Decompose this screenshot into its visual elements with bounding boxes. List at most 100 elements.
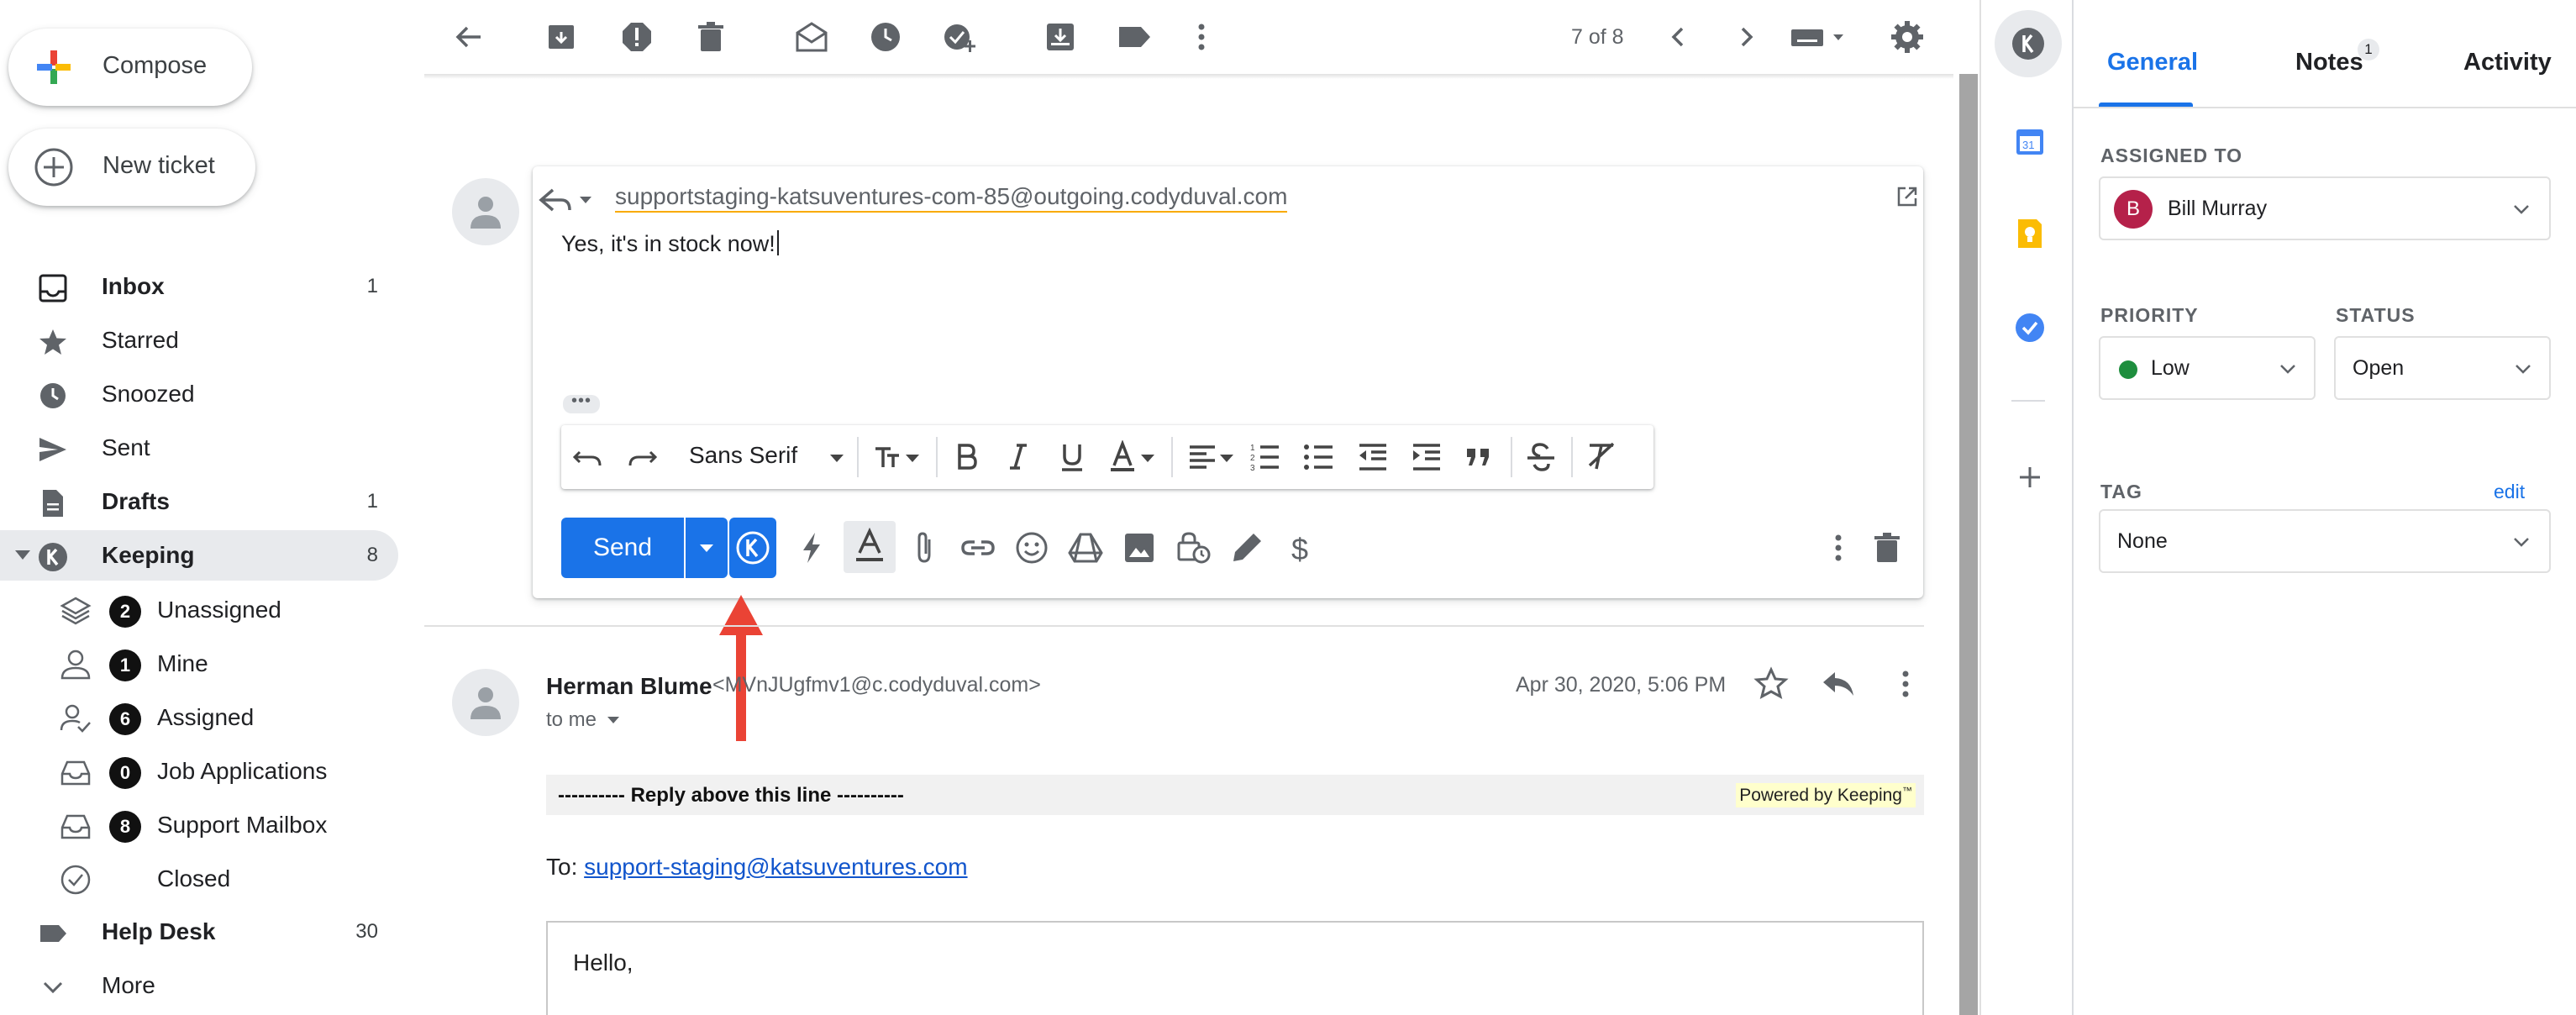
- formatting-toggle-button[interactable]: [844, 521, 896, 573]
- link-icon[interactable]: [959, 529, 996, 566]
- font-family-select[interactable]: Sans Serif: [689, 442, 797, 469]
- add-addon-icon[interactable]: [2013, 460, 2047, 494]
- snooze-clock-icon[interactable]: [867, 18, 904, 55]
- chevron-left-icon[interactable]: [1660, 18, 1697, 55]
- calendar-icon[interactable]: 31: [2013, 124, 2047, 158]
- chevron-down-icon: [2514, 205, 2529, 214]
- show-trimmed-content-button[interactable]: •••: [563, 392, 600, 413]
- sidebar-item-more[interactable]: More: [0, 960, 398, 1011]
- to-prefix: To:: [546, 854, 585, 880]
- more-vert-icon[interactable]: [1183, 18, 1220, 55]
- discard-draft-icon[interactable]: [1869, 529, 1906, 566]
- lightning-icon[interactable]: [793, 529, 830, 566]
- svg-text:1: 1: [1250, 444, 1255, 453]
- sidebar-item-snoozed[interactable]: Snoozed: [0, 369, 398, 419]
- sender-email: <MVnJUgfmv1@c.codyduval.com>: [712, 673, 1041, 697]
- status-label: STATUS: [2336, 304, 2416, 326]
- quoted-message-box: Hello,: [546, 921, 1924, 1015]
- mark-read-icon[interactable]: [793, 18, 830, 55]
- send-button[interactable]: Send: [561, 518, 684, 578]
- tag-select[interactable]: None: [2099, 509, 2551, 573]
- drive-icon[interactable]: [1067, 529, 1104, 566]
- signature-pen-icon[interactable]: [1228, 529, 1265, 566]
- bulleted-list-icon[interactable]: [1302, 440, 1336, 474]
- sidebar-item-sent[interactable]: Sent: [0, 423, 398, 473]
- expand-caret-icon[interactable]: [15, 550, 30, 560]
- quote-icon[interactable]: [1462, 440, 1496, 474]
- status-select[interactable]: Open: [2334, 336, 2551, 400]
- sidebar-item-drafts[interactable]: Drafts 1: [0, 476, 398, 527]
- message-more-icon[interactable]: [1887, 665, 1924, 702]
- italic-icon[interactable]: [1001, 440, 1035, 474]
- new-ticket-button[interactable]: New ticket: [8, 129, 255, 206]
- font-dropdown-icon[interactable]: [827, 440, 847, 474]
- scrollbar-thumb[interactable]: [1959, 74, 1978, 1015]
- numbered-list-icon[interactable]: 1 2 3: [1249, 440, 1282, 474]
- move-to-icon[interactable]: [1042, 18, 1079, 55]
- sidebar-item-inbox[interactable]: Inbox 1: [0, 261, 398, 312]
- tasks-icon[interactable]: [2013, 311, 2047, 344]
- sidebar-subitem-job-applications[interactable]: 0 Job Applications: [0, 745, 398, 796]
- reply-compose-card: supportstaging-katsuventures-com-85@outg…: [533, 166, 1923, 598]
- keyboard-icon[interactable]: [1790, 18, 1850, 55]
- tag-edit-link[interactable]: edit: [2494, 481, 2525, 503]
- assignee-select[interactable]: B Bill Murray: [2099, 176, 2551, 240]
- sidebar-item-keeping[interactable]: Keeping 8: [0, 530, 398, 581]
- pop-out-icon[interactable]: [1895, 185, 1919, 208]
- star-outline-icon[interactable]: [1753, 665, 1790, 702]
- reply-body-editor[interactable]: Yes, it's in stock now!: [561, 230, 779, 257]
- text-color-icon[interactable]: [1107, 440, 1161, 474]
- add-circle-icon: [34, 148, 73, 187]
- more-options-icon[interactable]: [1820, 529, 1857, 566]
- tabs-divider: [2074, 107, 2576, 108]
- reply-to-address[interactable]: supportstaging-katsuventures-com-85@outg…: [615, 183, 1288, 213]
- sidebar-item-label: Starred: [102, 327, 179, 353]
- insert-photo-icon[interactable]: [1121, 529, 1158, 566]
- emoji-icon[interactable]: [1013, 529, 1050, 566]
- confidential-mode-icon[interactable]: [1175, 529, 1212, 566]
- to-email-link[interactable]: support-staging@katsuventures.com: [584, 854, 967, 880]
- strikethrough-icon[interactable]: [1524, 440, 1558, 474]
- sidebar-subitem-unassigned[interactable]: 2 Unassigned: [0, 584, 398, 634]
- redo-icon[interactable]: [625, 440, 659, 474]
- sender-name[interactable]: Herman Blume: [546, 673, 712, 700]
- bold-icon[interactable]: [949, 440, 983, 474]
- dollar-icon[interactable]: $: [1282, 529, 1319, 566]
- sidebar-item-starred[interactable]: Starred: [0, 315, 398, 366]
- addon-divider: [2011, 400, 2045, 402]
- attach-icon[interactable]: [906, 529, 943, 566]
- delete-icon[interactable]: [692, 18, 729, 55]
- keep-notes-icon[interactable]: [2013, 217, 2047, 250]
- reply-icon[interactable]: [1820, 665, 1857, 702]
- font-size-icon[interactable]: [872, 440, 926, 474]
- tab-general[interactable]: General: [2107, 49, 2198, 76]
- sidebar-subitem-mine[interactable]: 1 Mine: [0, 638, 398, 688]
- undo-icon[interactable]: [571, 440, 605, 474]
- reply-type-icon[interactable]: [536, 185, 598, 215]
- send-options-button[interactable]: [686, 518, 728, 578]
- sidebar-subitem-assigned[interactable]: 6 Assigned: [0, 692, 398, 742]
- sidebar-subitem-support-mailbox[interactable]: 8 Support Mailbox: [0, 799, 398, 849]
- recipient-details-toggle[interactable]: to me: [546, 708, 619, 732]
- clock-icon: [40, 383, 66, 408]
- sidebar-subitem-closed[interactable]: Closed: [0, 853, 398, 903]
- back-arrow-icon[interactable]: [450, 18, 487, 55]
- tab-activity[interactable]: Activity: [2463, 49, 2552, 76]
- gear-icon[interactable]: [1889, 18, 1926, 55]
- priority-select[interactable]: Low: [2099, 336, 2316, 400]
- keeping-addon-tab[interactable]: [1995, 10, 2062, 77]
- underline-icon[interactable]: [1055, 440, 1089, 474]
- tab-notes[interactable]: Notes: [2295, 49, 2363, 76]
- indent-less-icon[interactable]: [1356, 440, 1390, 474]
- sidebar-item-help-desk[interactable]: Help Desk 30: [0, 907, 398, 957]
- report-spam-icon[interactable]: [618, 18, 655, 55]
- add-task-icon[interactable]: [941, 18, 978, 55]
- indent-more-icon[interactable]: [1410, 440, 1443, 474]
- chevron-right-icon[interactable]: [1727, 18, 1764, 55]
- remove-formatting-icon[interactable]: [1585, 440, 1618, 474]
- label-icon[interactable]: [1116, 18, 1153, 55]
- compose-button[interactable]: Compose: [8, 29, 252, 106]
- keeping-addon-button[interactable]: [729, 518, 776, 578]
- align-icon[interactable]: [1186, 440, 1240, 474]
- archive-icon[interactable]: [543, 18, 580, 55]
